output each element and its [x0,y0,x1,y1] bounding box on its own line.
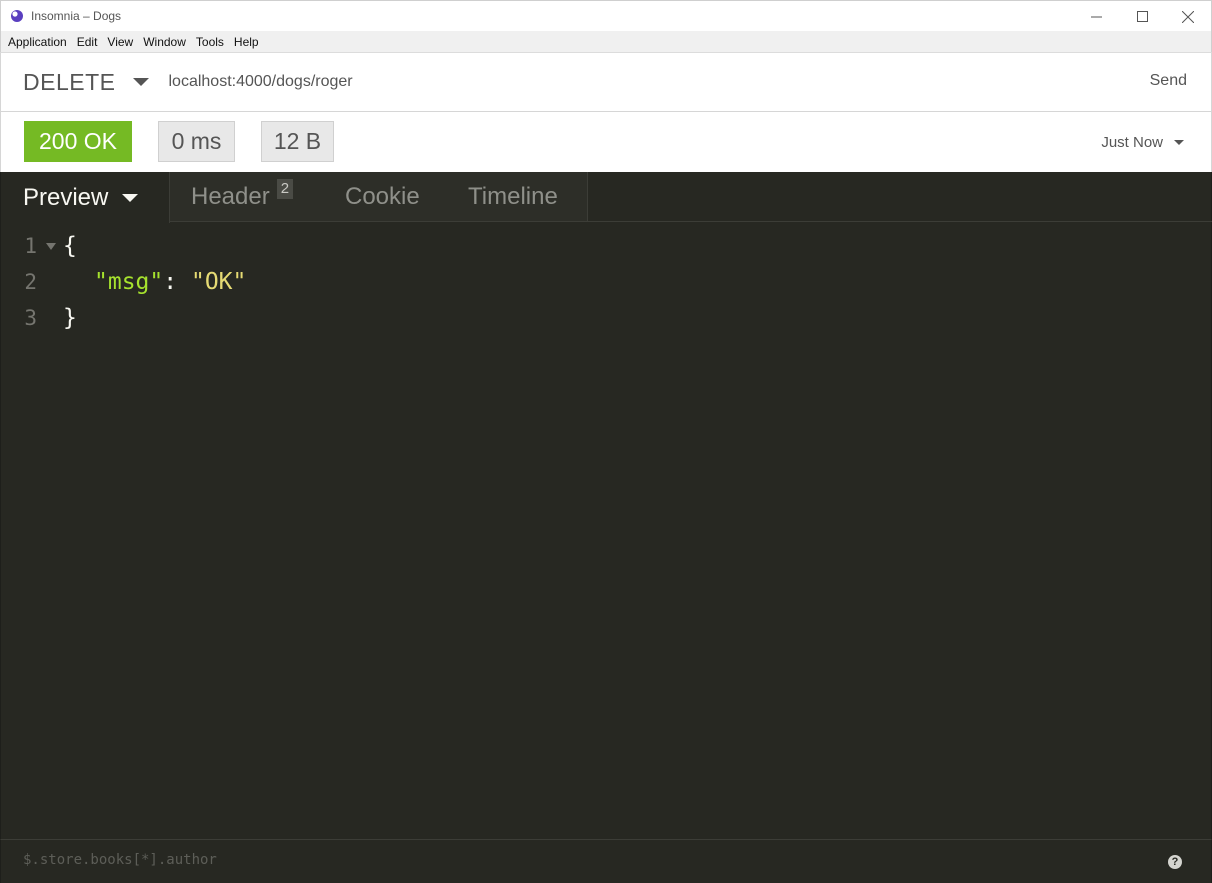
response-time-badge: 0 ms [158,121,235,162]
response-size-badge: 12 B [261,121,334,162]
window-title: Insomnia – Dogs [31,9,122,23]
status-badge: 200 OK [24,121,132,162]
json-key: "msg" [94,269,164,295]
chevron-down-icon[interactable] [122,193,139,202]
close-button[interactable] [1165,1,1211,32]
http-method-selector[interactable]: DELETE [23,69,115,96]
json-colon: : [163,269,178,295]
maximize-button[interactable] [1119,1,1165,32]
code-line: 3 } [1,300,1201,336]
tab-header-label: Header [191,183,270,210]
chevron-down-icon[interactable] [1174,140,1184,145]
response-body-viewer[interactable]: 1 { 2 "msg" : "OK" 3 } [1,228,1201,336]
tab-preview[interactable]: Preview [1,172,170,223]
close-icon [1182,10,1194,23]
menu-item-tools[interactable]: Tools [191,35,229,49]
menu-item-view[interactable]: View [102,35,138,49]
header-count-badge: 2 [276,179,294,199]
line-number: 2 [24,270,37,294]
response-pane: Preview Header 2 Cookie Timeline 1 { 2 "… [0,172,1212,883]
tab-cookie-label: Cookie [345,183,420,210]
menu-item-application[interactable]: Application [3,35,72,49]
insomnia-logo-icon [11,10,23,22]
minimize-button[interactable] [1073,1,1119,32]
response-filter-bar: ? [0,839,1212,883]
jsonpath-filter-input[interactable] [23,852,1123,868]
json-close-brace: } [63,305,77,331]
chevron-down-icon[interactable] [133,78,150,86]
tab-header[interactable]: Header 2 [191,172,294,222]
response-status-bar: 200 OK 0 ms 12 B Just Now [0,112,1212,172]
json-open-brace: { [63,233,77,259]
response-history-dropdown[interactable]: Just Now [1101,134,1163,151]
code-line: 2 "msg" : "OK" [1,264,1201,300]
tab-timeline[interactable]: Timeline [468,172,558,222]
tab-cookie[interactable]: Cookie [345,172,420,222]
fold-toggle-icon[interactable] [46,242,56,250]
url-input[interactable] [168,73,1069,91]
line-number: 3 [24,306,37,330]
json-string-value: "OK" [190,269,247,295]
menu-item-edit[interactable]: Edit [72,35,103,49]
help-icon[interactable]: ? [1168,855,1182,869]
request-url-bar: DELETE Send [0,52,1212,112]
line-number: 1 [24,234,37,258]
menu-item-help[interactable]: Help [229,35,264,49]
window-titlebar: Insomnia – Dogs [0,0,1212,31]
menu-item-window[interactable]: Window [138,35,191,49]
code-line: 1 { [1,228,1201,264]
tab-preview-label: Preview [23,183,109,211]
tab-timeline-label: Timeline [468,183,558,210]
window-controls [1073,1,1211,32]
minimize-icon [1090,16,1102,18]
send-button[interactable]: Send [1150,72,1187,90]
menu-bar: Application Edit View Window Tools Help [0,31,1212,52]
response-tabs: Preview Header 2 Cookie Timeline [1,172,1212,223]
maximize-icon [1136,11,1148,22]
